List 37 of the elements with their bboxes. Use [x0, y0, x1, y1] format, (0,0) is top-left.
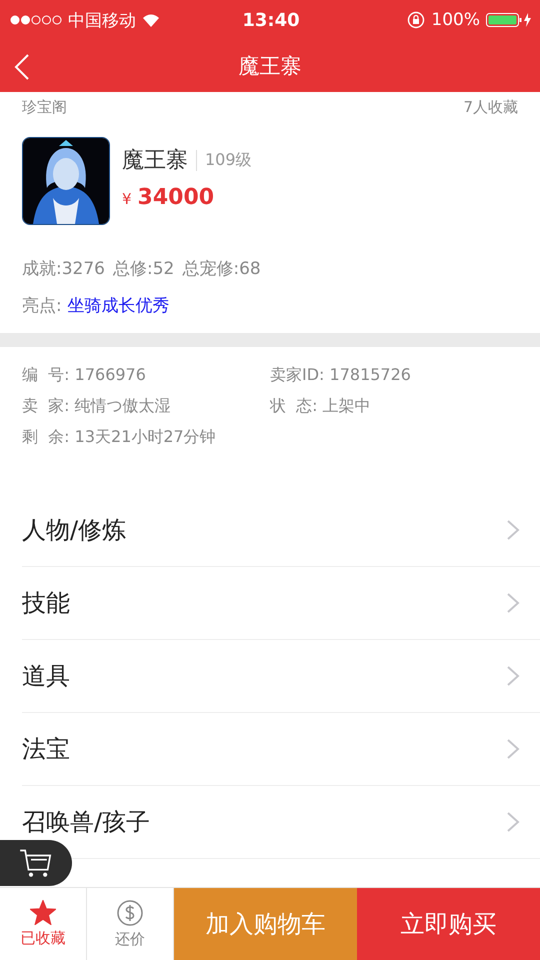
stat-text: 总修:52	[113, 258, 174, 280]
wifi-icon	[142, 13, 160, 27]
chevron-icon	[506, 811, 520, 833]
info-text: 卖家ID: 17815726	[270, 365, 412, 386]
chevron-icon	[506, 665, 520, 687]
menu-row[interactable]: 法宝	[22, 713, 540, 786]
stat-text: 总宠修:68	[182, 258, 261, 280]
status-time: 13:40	[242, 10, 300, 30]
price-text: ¥ 34000	[122, 185, 216, 210]
info-text: 剩 余: 13天21小时27分钟	[22, 427, 217, 448]
info-text: 编 号: 1766976	[22, 365, 147, 386]
buy-now-button[interactable]: 立即购买	[357, 888, 540, 960]
menu-row[interactable]: 技能	[22, 567, 540, 640]
stat-text: 成就:3276	[22, 258, 105, 280]
highlight-text: 坐骑成长优秀	[68, 295, 170, 317]
chevron-icon	[506, 738, 520, 760]
chevron-icon	[506, 519, 520, 541]
signal-icon	[10, 15, 62, 25]
highlight-label: 亮点:	[22, 295, 62, 317]
source-label: 珍宝阁	[22, 98, 67, 117]
battery-text: 100%	[431, 10, 480, 30]
info-text: 卖 家: 纯情つ傲太湿	[22, 396, 172, 417]
rotation-lock-icon	[407, 11, 426, 29]
character-name: 魔王寨	[122, 147, 188, 175]
favorites-count: 7人收藏	[463, 98, 518, 117]
level-text: 109级	[196, 150, 252, 170]
cart-icon	[19, 848, 53, 878]
floating-cart-button[interactable]	[0, 840, 72, 886]
menu-row[interactable]: 道具	[22, 640, 540, 713]
info-text: 状 态: 上架中	[270, 396, 372, 417]
star-icon	[30, 900, 56, 925]
dollar-icon	[117, 900, 143, 926]
battery-icon	[486, 12, 532, 28]
carrier-text: 中国移动	[68, 10, 136, 32]
page-title: 魔王寨	[238, 53, 302, 80]
chevron-icon	[506, 592, 520, 614]
menu-row[interactable]: 人物/修炼	[22, 494, 540, 567]
